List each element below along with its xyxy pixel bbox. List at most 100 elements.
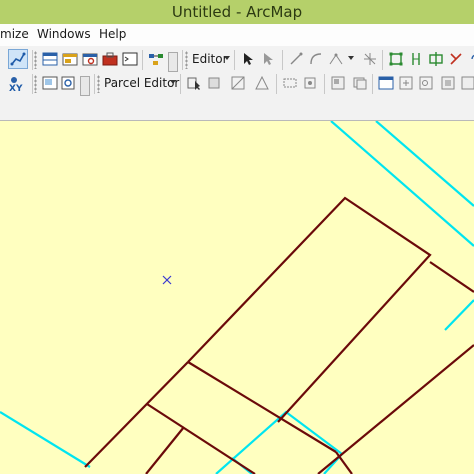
- parcel-layers-icon: [353, 77, 367, 90]
- parcel-line-divider: [145, 426, 185, 474]
- toolbox-window-button[interactable]: [100, 49, 120, 69]
- split-tool-icon: [450, 53, 462, 65]
- edit-vertices-icon: [389, 52, 403, 66]
- title-bar: Untitled - ArcMap: [0, 0, 474, 24]
- table-window-button[interactable]: [40, 49, 60, 69]
- edit-vertices-button[interactable]: [386, 49, 406, 69]
- cyan-line-right: [375, 121, 474, 207]
- model-builder-button[interactable]: [146, 49, 166, 69]
- parcel-join-button[interactable]: [228, 73, 248, 93]
- parcel-more-icon: [461, 76, 474, 90]
- menu-help[interactable]: Help: [99, 27, 126, 41]
- cyan-line-left: [0, 411, 91, 468]
- parcel-line-east-lower: [317, 344, 474, 474]
- edit-sketch-tool-button[interactable]: [8, 49, 28, 69]
- split-tool-button[interactable]: [446, 49, 466, 69]
- parcel-join-icon: [231, 76, 245, 90]
- parcel-construct-button[interactable]: [300, 73, 320, 93]
- toolbar-row-1: Editor: [0, 48, 474, 72]
- zoom-dropdown[interactable]: [80, 76, 90, 96]
- python-window-icon: [122, 52, 138, 66]
- parcel-points-button[interactable]: [252, 73, 272, 93]
- parcel-lineage-button[interactable]: [204, 73, 224, 93]
- reshape-feature-icon: [412, 53, 420, 65]
- toolbar-overflow-dropdown[interactable]: [168, 52, 178, 72]
- edit-annotation-button[interactable]: [258, 49, 278, 69]
- cut-polygons-button[interactable]: [426, 49, 446, 69]
- parcel-select-icon: [187, 77, 200, 90]
- parcel-line-middle: [187, 361, 337, 453]
- editor-menu-caret-icon: [224, 56, 230, 60]
- menu-customize[interactable]: mize: [0, 27, 29, 41]
- parcel-explorer-button[interactable]: [376, 73, 396, 93]
- construction-tools-icon: [329, 53, 343, 65]
- parcel-line-southeast: [335, 451, 353, 474]
- parcel-adjust-button[interactable]: [396, 73, 416, 93]
- zoom-page-icon: [61, 76, 75, 90]
- python-window-button[interactable]: [120, 49, 140, 69]
- parcel-zoom-icon: [441, 76, 455, 90]
- arrow-pointer-icon: [244, 53, 253, 65]
- straight-segment-icon: [290, 52, 303, 65]
- editor-menu-label[interactable]: Editor: [192, 52, 228, 66]
- search-window-button[interactable]: [80, 49, 100, 69]
- straight-segment-button[interactable]: [286, 49, 306, 69]
- map-display[interactable]: [0, 121, 474, 474]
- parcel-details-button[interactable]: [328, 73, 348, 93]
- sketch-tool-icon: [10, 52, 26, 66]
- catalog-window-button[interactable]: [60, 49, 80, 69]
- zoom-whole-page-button[interactable]: [58, 73, 78, 93]
- layout-view-icon: [42, 76, 58, 90]
- toolbox-window-icon: [102, 52, 118, 66]
- layout-view-button[interactable]: [40, 73, 60, 93]
- parcel-editor-menu-label[interactable]: Parcel Editor: [104, 76, 179, 90]
- reshape-feature-button[interactable]: [406, 49, 426, 69]
- table-window-icon: [42, 52, 58, 66]
- rotate-tool-button[interactable]: [466, 49, 474, 69]
- location-marker-icon: [162, 275, 172, 285]
- toolbar-row-2: XY Parcel Editor: [0, 72, 474, 96]
- cyan-boundary-lines: [0, 121, 474, 474]
- endpoint-arc-button[interactable]: [306, 49, 326, 69]
- parcel-query-icon: [419, 76, 433, 90]
- parcel-line-east-upper: [429, 261, 474, 293]
- rotate-tool-icon: [471, 54, 474, 60]
- window-title: Untitled - ArcMap: [171, 3, 303, 21]
- parcel-details-icon: [331, 76, 345, 90]
- cyan-line-right-lower: [444, 299, 474, 331]
- parcel-lineage-icon: [208, 77, 220, 89]
- annotation-arrow-icon: [264, 53, 273, 65]
- parcel-editor-caret-icon: [170, 80, 176, 84]
- toolbar-area: Editor XY Parcel Editor: [0, 46, 474, 121]
- parcel-dimension-icon: [283, 78, 297, 88]
- cyan-line-top: [330, 121, 474, 247]
- parcel-query-button[interactable]: [416, 73, 436, 93]
- model-builder-icon: [149, 54, 163, 65]
- parcel-line-west: [84, 361, 189, 468]
- catalog-window-icon: [62, 53, 78, 66]
- menu-windows[interactable]: Windows: [37, 27, 91, 41]
- trace-button[interactable]: [360, 49, 380, 69]
- map-canvas: [0, 121, 474, 474]
- cut-polygons-icon: [429, 52, 443, 66]
- trace-icon: [364, 53, 376, 65]
- go-to-xy-label: XY: [9, 84, 23, 94]
- parcel-select-button[interactable]: [184, 73, 204, 93]
- edit-tool-button[interactable]: [238, 49, 258, 69]
- arc-segment-icon: [310, 53, 322, 65]
- search-window-icon: [82, 53, 98, 66]
- parcel-lot-upper: [187, 196, 432, 423]
- menu-bar: mize Windows Help: [0, 24, 474, 47]
- parcel-layers-button[interactable]: [350, 73, 370, 93]
- construction-tools-button[interactable]: [326, 49, 346, 69]
- parcel-construct-icon: [304, 77, 316, 89]
- parcel-lines: [84, 196, 474, 474]
- parcel-points-icon: [255, 75, 269, 90]
- parcel-more-button[interactable]: [458, 73, 474, 93]
- parcel-adjust-icon: [399, 76, 413, 90]
- parcel-zoom-button[interactable]: [438, 73, 458, 93]
- parcel-explorer-icon: [378, 76, 394, 90]
- parcel-dimension-button[interactable]: [280, 73, 300, 93]
- construction-caret-icon: [348, 56, 354, 60]
- parcel-line-lower: [146, 403, 256, 474]
